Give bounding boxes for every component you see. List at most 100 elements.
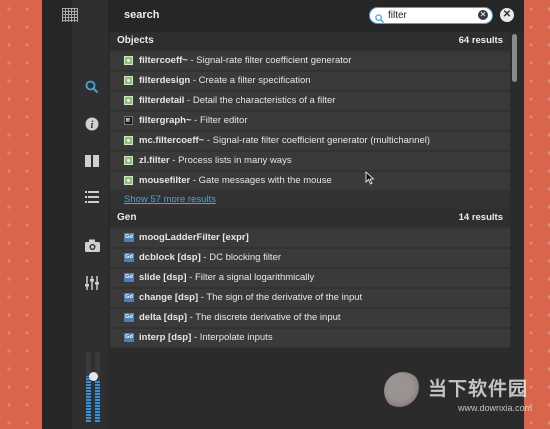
gen-object-icon: Gd [124, 253, 134, 262]
search-icon[interactable] [85, 80, 99, 99]
level-meter[interactable] [86, 352, 102, 422]
gen-object-icon: Gd [124, 273, 134, 282]
level-meter-knob[interactable] [89, 372, 98, 381]
results-list[interactable]: Objects 64 results filtercoeff~ - Signal-r… [110, 32, 510, 348]
result-row[interactable]: mc.filtercoeff~ - Signal-rate filter coe… [110, 132, 510, 150]
result-row[interactable]: filtercoeff~ - Signal-rate filter coeffi… [110, 52, 510, 70]
level-meter-fill [95, 380, 100, 422]
result-description: - Interpolate inputs [191, 332, 273, 343]
result-description: - Filter editor [191, 115, 248, 126]
search-header: search ✕ ✕ [108, 0, 524, 32]
msp-object-icon [124, 136, 133, 145]
result-row[interactable]: Gd moogLadderFilter [expr] [110, 229, 510, 247]
search-input[interactable] [388, 9, 466, 21]
result-text: zl.filter - Process lists in many ways [139, 152, 292, 170]
result-name: dcblock [dsp] [139, 252, 201, 263]
watermark-url: www.downxia.com [458, 403, 533, 413]
section-header: Gen 14 results [110, 209, 510, 227]
result-description: - Gate messages with the mouse [190, 175, 332, 186]
clear-search-icon[interactable]: ✕ [478, 10, 488, 20]
result-row[interactable]: Gd dcblock [dsp] - DC blocking filter [110, 249, 510, 267]
result-text: filterdetail - Detail the characteristic… [139, 92, 335, 110]
result-row[interactable]: Gd interp [dsp] - Interpolate inputs [110, 329, 510, 347]
result-row[interactable]: Gd change [dsp] - The sign of the derivat… [110, 289, 510, 307]
section-title: Gen [117, 212, 137, 223]
gen-object-icon: Gd [124, 293, 134, 302]
section-count: 14 results [458, 212, 503, 223]
camera-icon[interactable] [85, 239, 100, 257]
result-row[interactable]: Gd slide [dsp] - Filter a signal logarith… [110, 269, 510, 287]
mouse-cursor-icon [365, 171, 375, 185]
result-name: mc.filtercoeff~ [139, 135, 205, 146]
result-row[interactable]: Gd delta [dsp] - The discrete derivative … [110, 309, 510, 327]
result-name: change [dsp] [139, 292, 199, 303]
result-name: filterdesign [139, 75, 191, 86]
section-title: Objects [117, 35, 154, 46]
scrollbar-thumb[interactable] [512, 34, 517, 82]
result-description: - Create a filter specification [190, 75, 311, 86]
result-text: dcblock [dsp] - DC blocking filter [139, 249, 281, 267]
result-name: filtercoeff~ [139, 55, 188, 66]
result-text: slide [dsp] - Filter a signal logarithmi… [139, 269, 314, 287]
gen-object-icon: Gd [124, 333, 134, 342]
result-row[interactable]: filterdesign - Create a filter specifica… [110, 72, 510, 90]
result-text: change [dsp] - The sign of the derivativ… [139, 289, 362, 307]
search-field[interactable]: ✕ [369, 7, 493, 24]
svg-text:i: i [91, 120, 94, 131]
section-header: Objects 64 results [110, 32, 510, 50]
result-text: filtergraph~ - Filter editor [139, 112, 248, 130]
search-main: search ✕ ✕ Objects 64 results filtercoeff~… [108, 0, 524, 429]
result-description: - Process lists in many ways [169, 155, 292, 166]
msp-object-icon [124, 56, 133, 65]
result-name: slide [dsp] [139, 272, 187, 283]
msp-object-icon [124, 156, 133, 165]
result-text: filterdesign - Create a filter specifica… [139, 72, 311, 90]
show-more-link[interactable]: Show 57 more results [110, 191, 510, 209]
result-description: - Signal-rate filter coefficient generat… [187, 55, 352, 66]
result-description: - Signal-rate filter coefficient generat… [204, 135, 431, 146]
grid-icon[interactable] [62, 8, 78, 22]
result-name: moogLadderFilter [expr] [139, 232, 249, 243]
result-text: delta [dsp] - The discrete derivative of… [139, 309, 341, 327]
result-name: zl.filter [139, 155, 170, 166]
result-name: interp [dsp] [139, 332, 192, 343]
result-name: filtergraph~ [139, 115, 192, 126]
result-description: - The sign of the derivative of the inpu… [198, 292, 363, 303]
gen-object-icon: Gd [124, 233, 134, 242]
msp-object-icon [124, 176, 133, 185]
result-description: - DC blocking filter [200, 252, 282, 263]
result-text: interp [dsp] - Interpolate inputs [139, 329, 273, 347]
level-meter-fill [86, 376, 91, 422]
result-description: - Filter a signal logarithmically [186, 272, 315, 283]
watermark-logo [384, 372, 422, 410]
result-name: filterdetail [139, 95, 185, 106]
msp-object-icon [124, 96, 133, 105]
result-row[interactable]: mousefilter - Gate messages with the mou… [110, 172, 510, 190]
result-text: mc.filtercoeff~ - Signal-rate filter coe… [139, 132, 430, 150]
result-text: moogLadderFilter [expr] [139, 229, 249, 247]
watermark: 当下软件园 www.downxia.com [384, 370, 534, 420]
search-field-icon [375, 10, 384, 23]
sliders-icon[interactable] [85, 276, 99, 295]
sidebar-strip [42, 0, 72, 429]
gen-object-icon: Gd [124, 313, 134, 322]
results-scrollbar[interactable] [511, 32, 519, 348]
book-icon[interactable] [85, 154, 99, 172]
watermark-title: 当下软件园 [428, 379, 529, 400]
info-icon[interactable]: i [85, 117, 99, 136]
result-name: mousefilter [139, 175, 191, 186]
jit-object-icon [124, 116, 133, 125]
section-count: 64 results [458, 35, 503, 46]
result-text: filtercoeff~ - Signal-rate filter coeffi… [139, 52, 351, 70]
msp-object-icon [124, 76, 133, 85]
result-description: - Detail the characteristics of a filter [184, 95, 336, 106]
result-row[interactable]: zl.filter - Process lists in many ways [110, 152, 510, 170]
close-button[interactable]: ✕ [500, 8, 514, 22]
list-icon[interactable] [85, 190, 99, 208]
search-title: search [124, 9, 160, 21]
result-row[interactable]: filterdetail - Detail the characteristic… [110, 92, 510, 110]
result-row[interactable]: filtergraph~ - Filter editor [110, 112, 510, 130]
result-text: mousefilter - Gate messages with the mou… [139, 172, 332, 190]
result-name: delta [dsp] [139, 312, 188, 323]
result-description: - The discrete derivative of the input [187, 312, 341, 323]
